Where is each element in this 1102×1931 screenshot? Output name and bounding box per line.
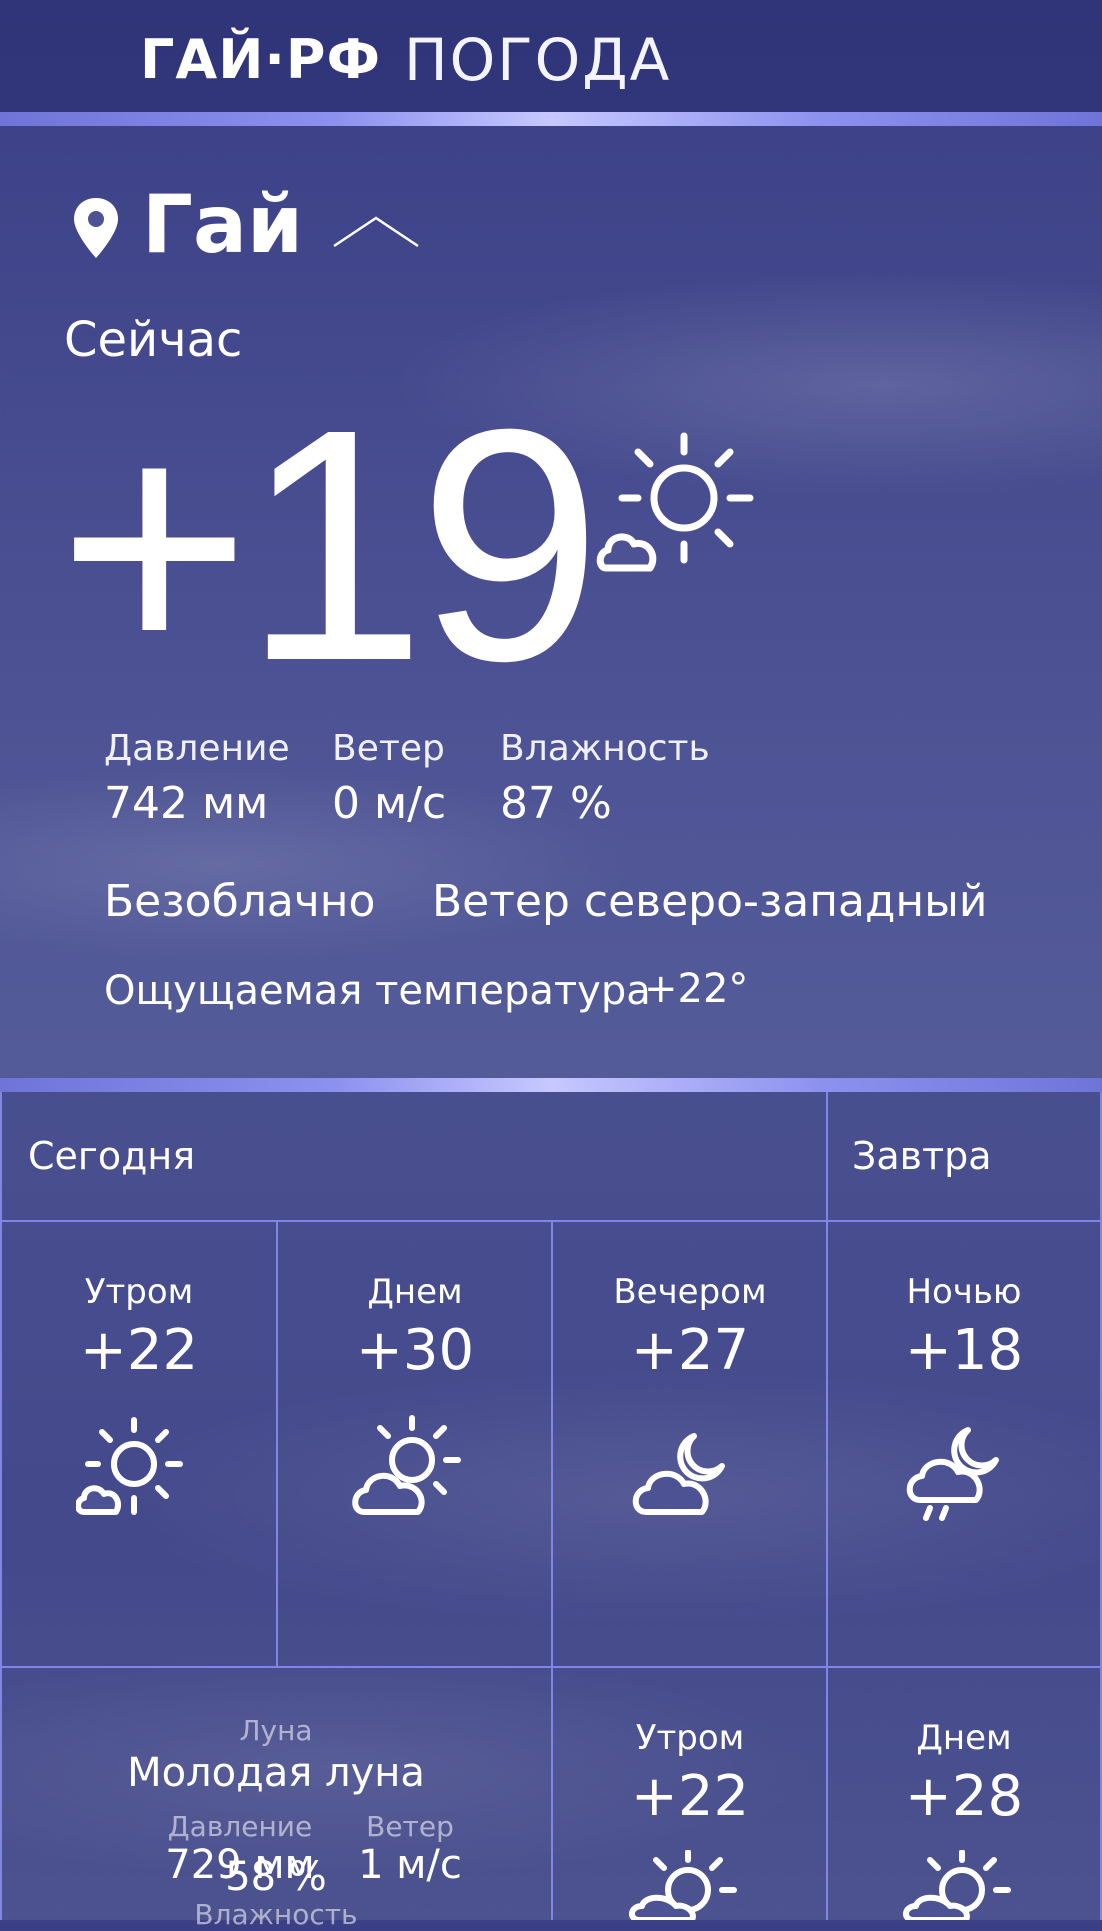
forecast-divider	[0, 1078, 1102, 1092]
sun-behind-small-cloud-icon	[76, 1417, 183, 1515]
humidity-value: 87 %	[500, 778, 612, 829]
moon-phase: Молодая луна	[127, 1750, 425, 1796]
feels-like-value: +22°	[644, 966, 749, 1012]
forecast-grid: Сегодня Завтра Утром +22 Днем +30 Вечеро…	[0, 1092, 1102, 1931]
period-temp: +18	[904, 1318, 1024, 1383]
period-label: Днем	[367, 1272, 463, 1312]
moon-label: Луна	[239, 1714, 313, 1747]
cloud-sun-icon	[629, 1850, 737, 1920]
city-name[interactable]: Гай	[142, 178, 303, 271]
moon-humidity-label: Влажность	[194, 1898, 358, 1931]
moon-humidity-value: 58 %	[225, 1854, 327, 1900]
cloud-sun-icon	[903, 1850, 1011, 1920]
header-divider	[0, 112, 1102, 126]
cloud-sun-icon	[352, 1415, 461, 1515]
period-temp: +22	[79, 1318, 199, 1383]
period-label: Вечером	[613, 1272, 767, 1312]
sun-behind-cloud-icon	[596, 432, 754, 572]
current-temperature: +19	[58, 360, 602, 729]
pressure-label: Давление	[104, 728, 290, 769]
pressure-value: 742 мм	[104, 778, 269, 829]
cloud-moon-icon	[632, 1433, 725, 1515]
period-label: Ночью	[906, 1272, 1022, 1312]
period-temp: +27	[630, 1318, 750, 1383]
wind-value: 0 м/с	[332, 778, 447, 829]
cloud-moon-rain-icon	[906, 1427, 999, 1521]
humidity-label: Влажность	[500, 728, 710, 769]
section-title: ПОГОДА	[404, 26, 672, 94]
period-temp: +28	[904, 1764, 1024, 1829]
feels-like-label: Ощущаемая температура	[104, 968, 651, 1014]
period-label: Днем	[916, 1718, 1012, 1758]
today-label[interactable]: Сегодня	[28, 1134, 195, 1178]
grid-line	[0, 1666, 1102, 1668]
wind-label: Ветер	[332, 728, 445, 769]
brand-logo[interactable]: ГАЙ·РФ	[140, 28, 381, 91]
moon-wind-label: Ветер	[366, 1810, 454, 1843]
wind-direction-text: Ветер северо-западный	[432, 876, 988, 927]
period-temp: +22	[630, 1764, 750, 1829]
period-label: Утром	[84, 1272, 194, 1312]
location-pin-icon	[74, 198, 118, 258]
condition-text: Безоблачно	[104, 876, 376, 927]
moon-pressure-label: Давление	[167, 1810, 313, 1843]
period-temp: +30	[355, 1318, 475, 1383]
chevron-up-icon[interactable]	[332, 214, 420, 250]
tomorrow-label[interactable]: Завтра	[852, 1134, 992, 1178]
period-label: Утром	[635, 1718, 745, 1758]
